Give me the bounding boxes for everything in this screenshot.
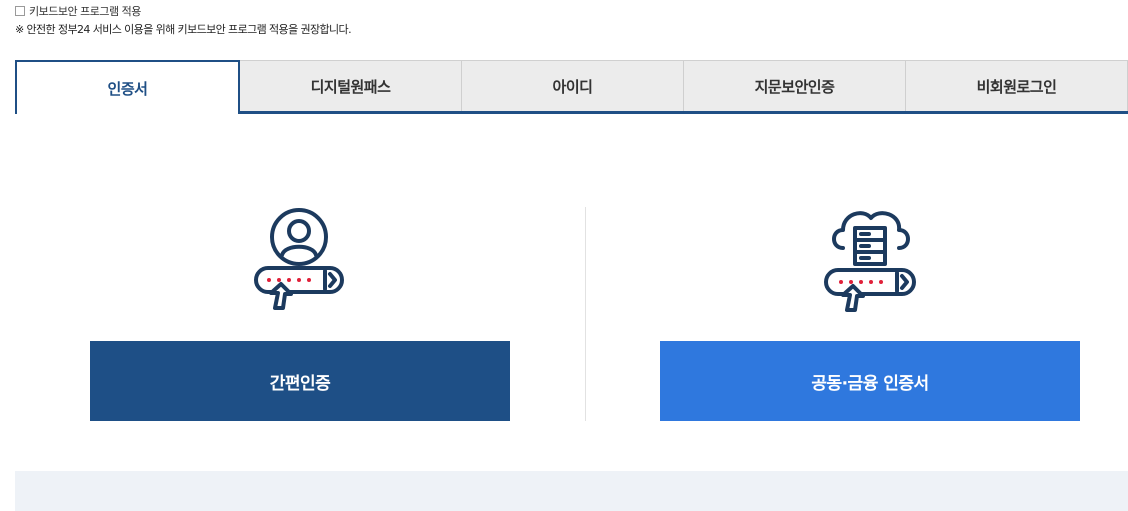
simple-auth-button[interactable]: 간편인증 [90,341,510,421]
cloud-server-login-icon [815,200,925,320]
keyboard-security-note: ※ 안전한 정부24 서비스 이용을 위해 키보드보안 프로그램 적용을 권장합… [15,23,352,36]
joint-financial-cert-button[interactable]: 공동·금융 인증서 [660,341,1080,421]
keyboard-security-option[interactable]: 키보드보안 프로그램 적용 [15,3,141,19]
tab-digital-onepass[interactable]: 디지털원패스 [240,60,462,111]
option-divider [585,207,586,421]
tab-non-member[interactable]: 비회원로그인 [906,60,1128,111]
user-login-icon [245,200,355,320]
tab-fingerprint[interactable]: 지문보안인증 [684,60,906,111]
login-tabs: 인증서 디지털원패스 아이디 지문보안인증 비회원로그인 [15,60,1128,114]
tab-id[interactable]: 아이디 [462,60,684,111]
keyboard-security-label: 키보드보안 프로그램 적용 [29,5,141,18]
keyboard-security-checkbox[interactable] [15,6,25,16]
info-box [15,471,1128,511]
tab-certificate[interactable]: 인증서 [15,60,240,114]
